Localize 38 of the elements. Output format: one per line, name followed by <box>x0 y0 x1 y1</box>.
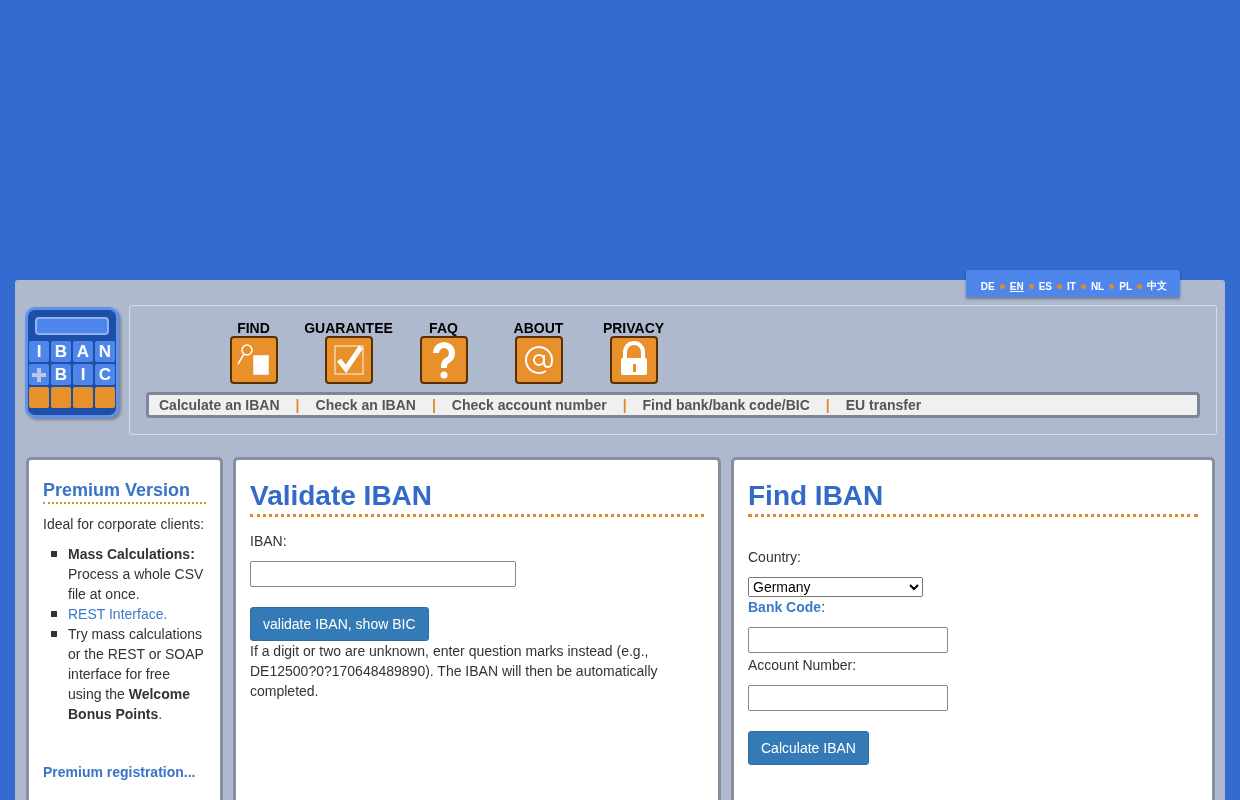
menu-link[interactable]: Find bank/bank code/BIC <box>642 397 810 413</box>
nav-label[interactable]: FIND <box>237 320 270 336</box>
calculate-button[interactable]: Calculate IBAN <box>748 731 869 765</box>
menu-separator: | <box>825 397 830 413</box>
menu-link[interactable]: EU transfer <box>845 397 922 413</box>
card-title: Validate IBAN <box>250 480 704 517</box>
menu-link[interactable]: Check an IBAN <box>315 397 416 413</box>
language-link[interactable]: IT <box>1067 280 1076 292</box>
menu-separator: | <box>295 397 300 413</box>
hint-text: If a digit or two are unknown, enter question marks instead (e.g., DE12500?0?170648489890). The IBAN will then be automatically completed. <box>250 642 659 701</box>
menu-separator: | <box>622 397 627 413</box>
registration-link[interactable]: Premium registration... <box>43 764 206 780</box>
validate-button[interactable]: validate IBAN, show BIC <box>250 607 429 641</box>
label-colon: : <box>821 599 825 615</box>
language-link[interactable]: PL <box>1119 280 1132 292</box>
menu-link[interactable]: Calculate an IBAN <box>159 397 280 413</box>
field-label: Country: <box>748 548 802 567</box>
nav-label[interactable]: FAQ <box>429 320 458 336</box>
calculator-logo[interactable]: I B A N B I C <box>25 307 119 418</box>
language-link[interactable]: ES <box>1038 280 1052 292</box>
nav-label[interactable]: GUARANTEE <box>304 320 393 336</box>
menu-separator: | <box>431 397 436 413</box>
feature-text: Try mass calculations or the REST or SOAP interface for free using the Welcome Bonus Points. <box>68 626 204 722</box>
rest-link[interactable]: REST Interface. <box>68 606 168 622</box>
field-label: Account Number: <box>748 656 858 675</box>
language-link[interactable]: DE <box>980 280 995 292</box>
intro-text: Ideal for corporate clients: <box>43 515 206 534</box>
card-title: Find IBAN <box>748 480 1198 517</box>
nav-label[interactable]: ABOUT <box>513 320 564 336</box>
card-title: Premium Version <box>43 480 206 504</box>
nav-label[interactable]: PRIVACY <box>602 320 665 336</box>
menu-link[interactable]: Check account number <box>451 397 607 413</box>
feature-text: Mass Calculations: Process a whole CSV file at once. <box>68 546 204 602</box>
language-link[interactable]: 中文 <box>1147 279 1167 293</box>
country-select[interactable]: Germany <box>748 577 923 597</box>
field-label: IBAN: <box>250 532 288 551</box>
language-link[interactable]: NL <box>1090 280 1105 292</box>
language-link[interactable]: EN <box>1009 280 1024 292</box>
